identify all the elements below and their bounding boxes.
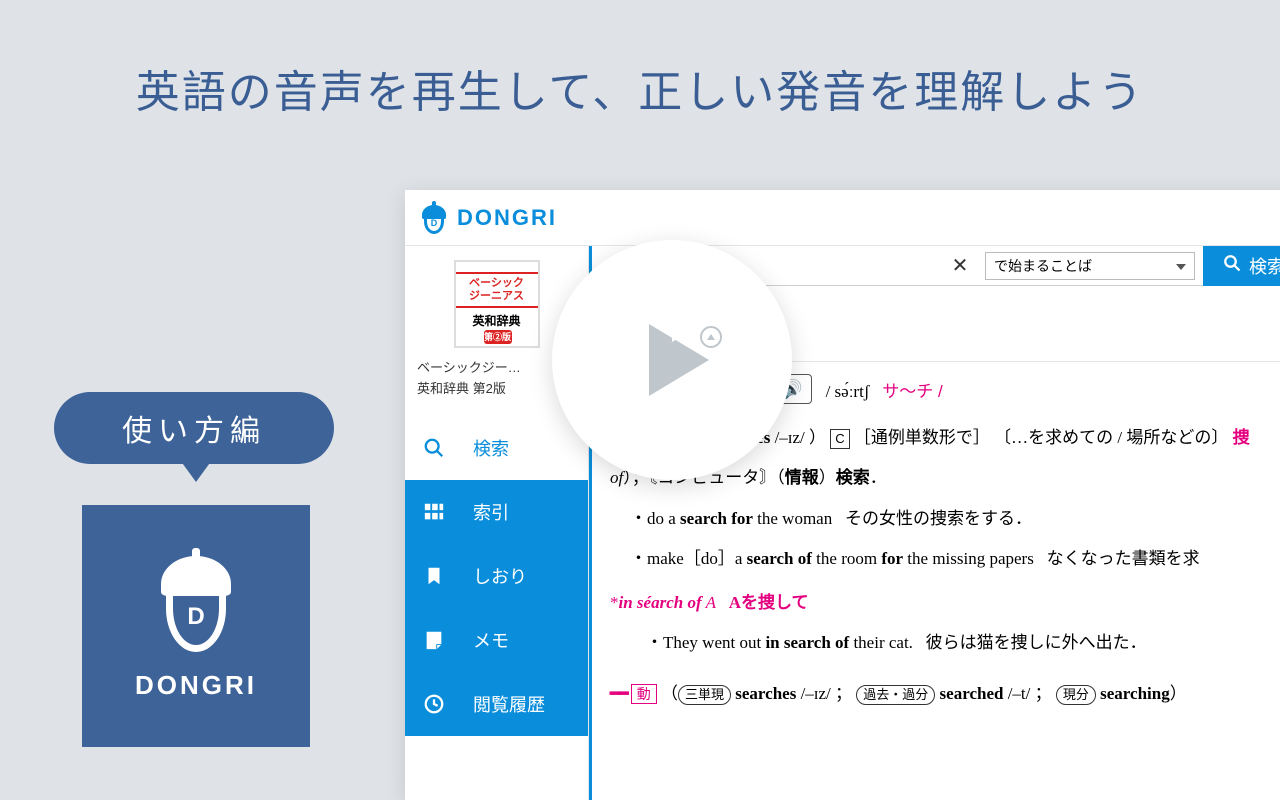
brand-logo-card: D DONGRI — [82, 505, 310, 747]
category-pill-label: 使い方編 — [122, 406, 266, 450]
app-header: D DONGRI — [405, 190, 1280, 246]
sidebar-item-index[interactable]: 索引 — [405, 480, 588, 544]
search-button[interactable]: 検索 — [1203, 246, 1280, 286]
search-icon — [423, 437, 445, 459]
pill-pointer-icon — [180, 460, 212, 482]
sidebar-item-history[interactable]: 閲覧履歴 — [405, 672, 588, 736]
brand-text: DONGRI — [457, 205, 557, 231]
sidebar-item-search[interactable]: 検索 — [405, 416, 588, 480]
brand-acorn-icon: D — [421, 203, 447, 233]
example-2: ・make［do］a search of the room for the mi… — [630, 543, 1280, 575]
pos-verb-icon: 動 — [631, 684, 657, 704]
history-icon — [423, 693, 445, 715]
match-mode-select[interactable]: で始まることば — [985, 252, 1195, 280]
note-icon — [423, 629, 445, 651]
match-mode-label: で始まることば — [994, 256, 1092, 276]
search-icon — [1223, 254, 1241, 277]
sidebar-item-bookmark[interactable]: しおり — [405, 544, 588, 608]
grid-icon — [423, 501, 445, 523]
sidebar-item-label: メモ — [473, 627, 509, 653]
sidebar-nav: 検索 索引 しおり メ — [405, 416, 588, 736]
example-3: ・They went out in search of their cat. 彼… — [646, 627, 1280, 659]
search-button-label: 検索 — [1249, 253, 1280, 279]
phonetic-text: / sə́ːrtʃ サ～チ / — [826, 377, 943, 402]
dictionary-thumbnail[interactable]: ベーシック ジーニアス 英和辞典 第②版 — [454, 260, 540, 348]
category-pill: 使い方編 — [54, 392, 334, 464]
hero-title: 英語の音声を再生して、正しい発音を理解しよう — [80, 60, 1200, 126]
sense-verb: ━━ 動 （三単現 searches /‒ɪz/ ； 過去・過分 searche… — [610, 678, 1280, 710]
video-play-button[interactable] — [552, 240, 792, 480]
sidebar-item-memo[interactable]: メモ — [405, 608, 588, 672]
example-1: ・do a search for the woman その女性の捜索をする． — [630, 503, 1280, 535]
acorn-icon: D — [153, 552, 239, 656]
idiom-heading: *in séarch of A Aを捜して — [610, 587, 1280, 619]
clear-icon[interactable]: ✕ — [943, 253, 977, 278]
app-window: D DONGRI ベーシック ジーニアス 英和辞典 第②版 ベーシックジー… 英… — [405, 190, 1280, 800]
play-icon-badge — [700, 326, 722, 348]
sidebar-item-label: しおり — [473, 563, 527, 589]
sidebar-item-label: 索引 — [473, 499, 509, 525]
bookmark-icon — [423, 565, 445, 587]
sidebar-item-label: 検索 — [473, 435, 509, 461]
brand-logo-text: DONGRI — [135, 670, 257, 701]
sidebar-item-label: 閲覧履歴 — [473, 691, 545, 717]
